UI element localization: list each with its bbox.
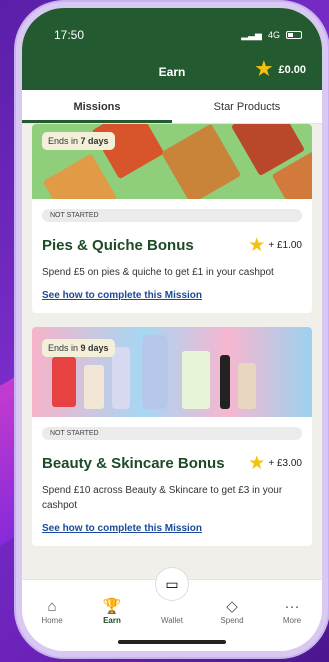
phone-frame: 17:50 ▂▃▅ 4G Earn ★ £0.00 Missions Star … [16,2,328,657]
star-icon: ★ [248,453,266,474]
tab-missions[interactable]: Missions [22,90,172,123]
status-bar: 17:50 ▂▃▅ 4G [54,28,302,42]
mission-banner-image: Ends in 7 days [32,124,312,199]
balance-amount: £0.00 [278,63,306,76]
mission-details-link[interactable]: See how to complete this Mission [32,280,312,313]
tab-bar: Missions Star Products [22,90,322,124]
mission-title: Pies & Quiche Bonus [42,237,194,254]
tag-icon: ◇ [226,598,238,615]
wallet-icon[interactable]: ▭ [155,567,189,601]
home-icon: ⌂ [47,598,57,615]
tab-star-products[interactable]: Star Products [172,90,322,123]
mission-details-link[interactable]: See how to complete this Mission [32,513,312,546]
battery-icon [286,31,302,39]
mission-description: Spend £5 on pies & quiche to get £1 in y… [42,267,274,278]
mission-card[interactable]: Ends in 9 days NOT STARTED Beauty & Skin… [32,327,312,546]
ends-in-badge: Ends in 7 days [42,132,115,150]
mission-title: Beauty & Skincare Bonus [42,455,225,472]
nav-more[interactable]: ··· More [267,598,317,651]
mission-card[interactable]: Ends in 7 days NOT STARTED Pies & Quiche… [32,124,312,313]
star-icon: ★ [255,59,273,80]
status-badge: NOT STARTED [42,427,302,440]
home-indicator [118,640,226,644]
app-screen: 17:50 ▂▃▅ 4G Earn ★ £0.00 Missions Star … [22,8,322,651]
nav-home[interactable]: ⌂ Home [27,598,77,651]
trophy-icon: 🏆 [102,598,122,615]
mission-banner-image: Ends in 9 days [32,327,312,417]
more-icon: ··· [284,598,300,615]
network-label: 4G [267,30,280,40]
status-badge: NOT STARTED [42,209,302,222]
signal-icon: ▂▃▅ [241,29,262,40]
mission-reward: ★ + £1.00 [248,235,302,256]
status-time: 17:50 [54,28,85,42]
mission-reward: ★ + £3.00 [248,453,302,474]
star-icon: ★ [248,235,266,256]
ends-in-badge: Ends in 9 days [42,339,115,357]
star-balance[interactable]: ★ £0.00 [255,60,306,79]
mission-description: Spend £10 across Beauty & Skincare to ge… [42,485,283,511]
missions-list[interactable]: Ends in 7 days NOT STARTED Pies & Quiche… [22,124,322,579]
